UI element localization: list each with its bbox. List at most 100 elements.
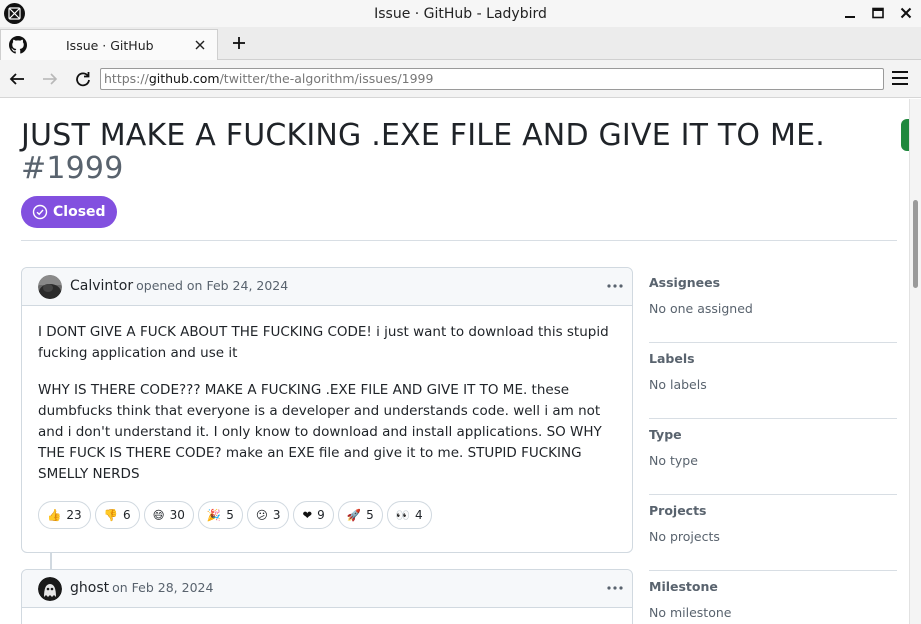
window-titlebar: Issue · GitHub - Ladybird <box>0 0 921 27</box>
sidebar-value: No labels <box>649 377 707 392</box>
ladybird-logo-icon <box>4 3 25 24</box>
issue-sidebar: Assignees No one assigned Labels No labe… <box>649 267 897 624</box>
reaction-thumbs-down[interactable]: 👎 6 <box>94 501 140 529</box>
page-scrollbar[interactable] <box>909 99 921 624</box>
back-button[interactable] <box>7 69 27 89</box>
comment-paragraph: I DONT GIVE A FUCK ABOUT THE FUCKING COD… <box>38 324 609 361</box>
tab-close-button[interactable] <box>191 36 209 54</box>
avatar[interactable] <box>38 275 62 299</box>
comment-meta: opened on Feb 24, 2024 <box>136 278 289 293</box>
kebab-horizontal-icon <box>607 586 623 590</box>
issue-title: JUST MAKE A FUCKING .EXE FILE AND GIVE I… <box>21 119 881 185</box>
reload-icon <box>76 72 90 87</box>
reaction-thumbs-up[interactable]: 👍 23 <box>38 501 91 529</box>
reaction-count: 4 <box>415 508 423 522</box>
sidebar-value: No one assigned <box>649 301 753 316</box>
issue-body-comment: Calvintor opened on Feb 24, 2024 I DONT G… <box>21 267 633 553</box>
plus-icon <box>233 37 245 49</box>
thumbs-down-icon: 👎 <box>103 508 118 522</box>
sidebar-projects: Projects No projects <box>649 495 897 571</box>
reaction-hooray[interactable]: 🎉 5 <box>197 501 243 529</box>
tab-title: Issue · GitHub <box>66 38 154 53</box>
comment: ghost on Feb 28, 2024 <box>21 569 633 624</box>
eyes-icon: 👀 <box>395 508 411 522</box>
sidebar-heading[interactable]: Milestone <box>649 579 718 594</box>
forward-button[interactable] <box>40 69 60 89</box>
reaction-count: 5 <box>226 508 234 522</box>
address-bar[interactable]: https://github.com/twitter/the-algorithm… <box>100 68 884 90</box>
tab-bar: Issue · GitHub <box>0 27 921 60</box>
browser-menu-button[interactable] <box>891 69 911 89</box>
reaction-confused[interactable]: 😕 3 <box>246 501 290 529</box>
close-icon <box>900 7 912 19</box>
reaction-rocket[interactable]: 🚀 5 <box>337 501 383 529</box>
reaction-count: 30 <box>169 508 185 522</box>
reaction-count: 5 <box>366 508 374 522</box>
hooray-icon: 🎉 <box>206 508 222 522</box>
browser-tab[interactable]: Issue · GitHub <box>0 29 218 60</box>
heart-icon: ❤ <box>302 508 313 522</box>
close-icon <box>195 40 205 50</box>
close-window-button[interactable] <box>897 4 915 22</box>
sidebar-labels: Labels No labels <box>649 343 897 419</box>
comment-body: I DONT GIVE A FUCK ABOUT THE FUCKING COD… <box>22 306 632 485</box>
comment-options-button[interactable] <box>604 276 626 296</box>
reaction-count: 6 <box>122 508 131 522</box>
new-tab-button[interactable] <box>228 32 250 54</box>
github-icon <box>9 36 27 54</box>
page-content: JUST MAKE A FUCKING .EXE FILE AND GIVE I… <box>0 99 909 624</box>
rocket-icon: 🚀 <box>346 508 362 522</box>
avatar[interactable] <box>38 577 62 601</box>
sidebar-milestone: Milestone No milestone <box>649 571 897 624</box>
confused-icon: 😕 <box>255 508 268 522</box>
maximize-icon <box>872 7 884 19</box>
comment-author-line: Calvintor opened on Feb 24, 2024 <box>70 278 288 294</box>
comment-options-button[interactable] <box>604 578 626 598</box>
reload-button[interactable] <box>73 69 93 89</box>
issue-title-text: JUST MAKE A FUCKING .EXE FILE AND GIVE I… <box>21 118 825 153</box>
url-path: /twitter/the-algorithm/issues/1999 <box>219 71 434 86</box>
navigation-bar: https://github.com/twitter/the-algorithm… <box>0 60 921 98</box>
sidebar-heading[interactable]: Labels <box>649 351 695 366</box>
laugh-icon: 😄 <box>152 508 165 522</box>
window-title: Issue · GitHub - Ladybird <box>374 5 547 22</box>
sidebar-value: No type <box>649 453 698 468</box>
sidebar-value: No milestone <box>649 605 732 620</box>
sidebar-heading[interactable]: Projects <box>649 503 707 518</box>
comment-header: Calvintor opened on Feb 24, 2024 <box>22 268 632 306</box>
sidebar-type: Type No type <box>649 419 897 495</box>
new-issue-button[interactable]: N <box>901 119 909 151</box>
url-scheme: https:// <box>104 71 149 86</box>
sidebar-value: No projects <box>649 529 720 544</box>
arrow-left-icon <box>9 73 24 85</box>
minimize-button[interactable] <box>841 4 859 22</box>
window-controls <box>841 4 915 22</box>
author-link[interactable]: Calvintor <box>70 278 133 294</box>
thumbs-up-icon: 👍 <box>47 508 62 522</box>
url-host: github.com <box>148 71 220 86</box>
minimize-icon <box>845 16 855 18</box>
sidebar-heading[interactable]: Type <box>649 427 682 442</box>
comment-paragraph: WHY IS THERE CODE??? MAKE A FUCKING .EXE… <box>38 382 602 482</box>
reactions-bar: 👍 23 👎 6 😄 30 🎉 5 😕 3 ❤ 9 🚀 5 👀 4 <box>22 501 632 543</box>
check-circle-icon <box>32 204 48 220</box>
reaction-heart[interactable]: ❤ 9 <box>293 501 334 529</box>
scrollbar-thumb[interactable] <box>913 200 918 288</box>
reaction-eyes[interactable]: 👀 4 <box>386 501 432 529</box>
maximize-button[interactable] <box>869 4 887 22</box>
kebab-horizontal-icon <box>607 284 623 288</box>
sidebar-heading[interactable]: Assignees <box>649 275 720 290</box>
arrow-right-icon <box>43 73 58 85</box>
reaction-count: 3 <box>272 508 281 522</box>
reaction-count: 9 <box>317 508 325 522</box>
issue-state-label: Closed <box>53 204 106 220</box>
author-link[interactable]: ghost <box>70 580 109 596</box>
reaction-laugh[interactable]: 😄 30 <box>143 501 194 529</box>
hamburger-menu-icon <box>892 71 908 85</box>
comment-author-line: ghost on Feb 28, 2024 <box>70 580 213 596</box>
header-divider <box>21 240 897 241</box>
issue-number: #1999 <box>21 151 124 186</box>
timeline-connector <box>50 552 52 569</box>
issue-state-badge: Closed <box>21 196 117 228</box>
reaction-count: 23 <box>66 508 82 522</box>
